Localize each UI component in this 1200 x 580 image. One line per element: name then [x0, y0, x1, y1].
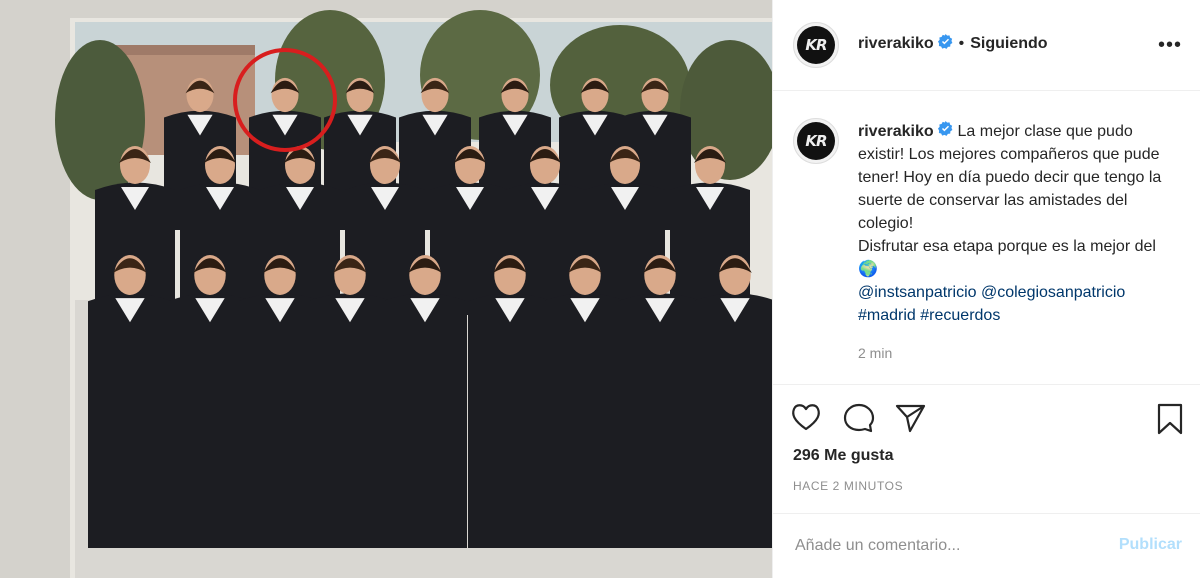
verified-badge-icon	[938, 120, 953, 143]
caption-time: 2 min	[858, 345, 893, 361]
caption-username[interactable]: riverakiko	[858, 123, 934, 140]
post-timestamp: HACE 2 MINUTOS	[793, 479, 904, 493]
student-figure	[88, 255, 172, 548]
separator-dot: •	[958, 35, 965, 52]
caption-avatar[interactable]: KR	[793, 118, 839, 164]
actions-section: 296 Me gusta HACE 2 MINUTOS Publicar	[773, 384, 1200, 575]
comment-icon[interactable]	[843, 403, 875, 438]
student-figure	[383, 255, 467, 548]
post-header: KR riverakiko • Siguiendo •••	[773, 0, 1200, 91]
students-group	[88, 77, 772, 548]
avatar-image: KR	[797, 26, 835, 64]
globe-emoji: 🌍	[858, 261, 878, 279]
student-figure	[543, 255, 627, 548]
likes-count[interactable]: 296 Me gusta	[793, 447, 893, 465]
mention-instsanpatricio[interactable]: @instsanpatricio	[858, 284, 977, 301]
student-figure	[693, 255, 772, 548]
header-row: riverakiko • Siguiendo	[858, 34, 1048, 54]
hashtag-madrid[interactable]: #madrid	[858, 307, 916, 324]
student-figure	[308, 255, 392, 548]
student-figure	[468, 255, 552, 548]
caption-text-2: Disfrutar esa etapa porque es la mejor d…	[858, 238, 1156, 256]
bookmark-icon[interactable]	[1156, 403, 1184, 440]
class-photo-illustration	[0, 0, 772, 578]
avatar-logo: KR	[805, 36, 827, 54]
comment-box: Publicar	[773, 513, 1200, 580]
post-sidebar: KR riverakiko • Siguiendo ••• KR riverak…	[773, 0, 1200, 578]
avatar[interactable]: KR	[793, 22, 839, 68]
caption-avatar-logo: KR	[805, 132, 827, 150]
share-icon[interactable]	[895, 403, 927, 438]
caption: riverakiko La mejor clase que pudo exist…	[858, 120, 1178, 327]
publish-button[interactable]: Publicar	[1119, 536, 1182, 554]
heart-icon[interactable]	[791, 403, 821, 436]
student-figure	[618, 255, 702, 548]
verified-badge-icon	[937, 34, 953, 54]
mention-colegiosanpatricio[interactable]: @colegiosanpatricio	[981, 284, 1125, 301]
comment-input[interactable]	[793, 536, 1097, 556]
username-link[interactable]: riverakiko	[858, 35, 934, 53]
post-photo[interactable]	[0, 0, 772, 578]
hashtag-recuerdos[interactable]: #recuerdos	[920, 307, 1000, 324]
caption-avatar-image: KR	[797, 122, 835, 160]
more-options-icon[interactable]: •••	[1158, 34, 1182, 57]
following-button[interactable]: Siguiendo	[970, 35, 1047, 53]
